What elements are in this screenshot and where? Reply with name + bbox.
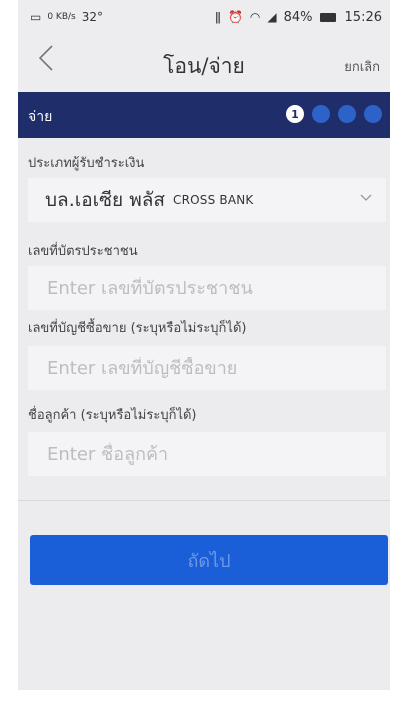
divider — [18, 500, 390, 501]
payee-type-select[interactable]: บล.เอเซีย พลัส CROSS BANK — [28, 178, 386, 222]
customer-name-label: ชื่อลูกค้า (ระบุหรือไม่ระบุก็ได้) — [28, 408, 197, 423]
payee-type-value: บล.เอเซีย พลัส — [45, 189, 165, 211]
account-number-label: เลขที่บัญชีซื้อขาย (ระบุหรือไม่ระบุก็ได้… — [28, 321, 247, 336]
account-number-field — [28, 346, 386, 390]
nav-bar: โอน/จ่าย ยกเลิก — [18, 34, 390, 93]
step-dot-active: 1 — [286, 105, 304, 123]
chevron-down-icon — [360, 194, 372, 201]
phone-screen: ▭ 0 KB/s 32° ǁ ⏰ ◠ ◢ 84% 15:26 โอน/จ่าย … — [18, 0, 390, 690]
citizen-id-input[interactable] — [45, 276, 386, 300]
customer-name-field — [28, 432, 386, 476]
signal-icon: ◢ — [267, 10, 277, 24]
status-bar: ▭ 0 KB/s 32° ǁ ⏰ ◠ ◢ 84% 15:26 — [18, 0, 390, 34]
citizen-id-label: เลขที่บัตรประชาชน — [28, 244, 138, 259]
alarm-icon: ⏰ — [227, 10, 243, 24]
step-header: จ่าย 1 — [18, 92, 390, 138]
gallery-icon: ▭ — [30, 10, 42, 24]
clock: 15:26 — [344, 9, 382, 25]
page-title: โอน/จ่าย — [163, 54, 245, 78]
customer-name-input[interactable] — [45, 442, 386, 466]
next-button[interactable]: ถัดไป — [30, 535, 388, 585]
step-dot — [338, 105, 356, 123]
status-right: ǁ ⏰ ◠ ◢ 84% 15:26 — [215, 10, 382, 25]
wifi-icon: ◠ — [249, 10, 261, 24]
battery-percent: 84% — [283, 9, 313, 25]
account-number-input[interactable] — [45, 356, 386, 380]
step-dot — [364, 105, 382, 123]
citizen-id-field — [28, 266, 386, 310]
battery-icon — [319, 12, 336, 22]
payee-type-suffix: CROSS BANK — [172, 193, 254, 207]
network-speed: 0 KB/s — [47, 12, 76, 22]
payee-type-label: ประเภทผู้รับชำระเงิน — [28, 156, 145, 171]
cancel-button[interactable]: ยกเลิก — [344, 56, 380, 77]
vibrate-icon: ǁ — [215, 10, 221, 24]
step-indicator: 1 — [286, 105, 382, 123]
step-dot — [312, 105, 330, 123]
status-left: ▭ 0 KB/s 32° — [30, 10, 103, 24]
step-label: จ่าย — [28, 109, 53, 125]
temperature: 32° — [81, 10, 104, 24]
